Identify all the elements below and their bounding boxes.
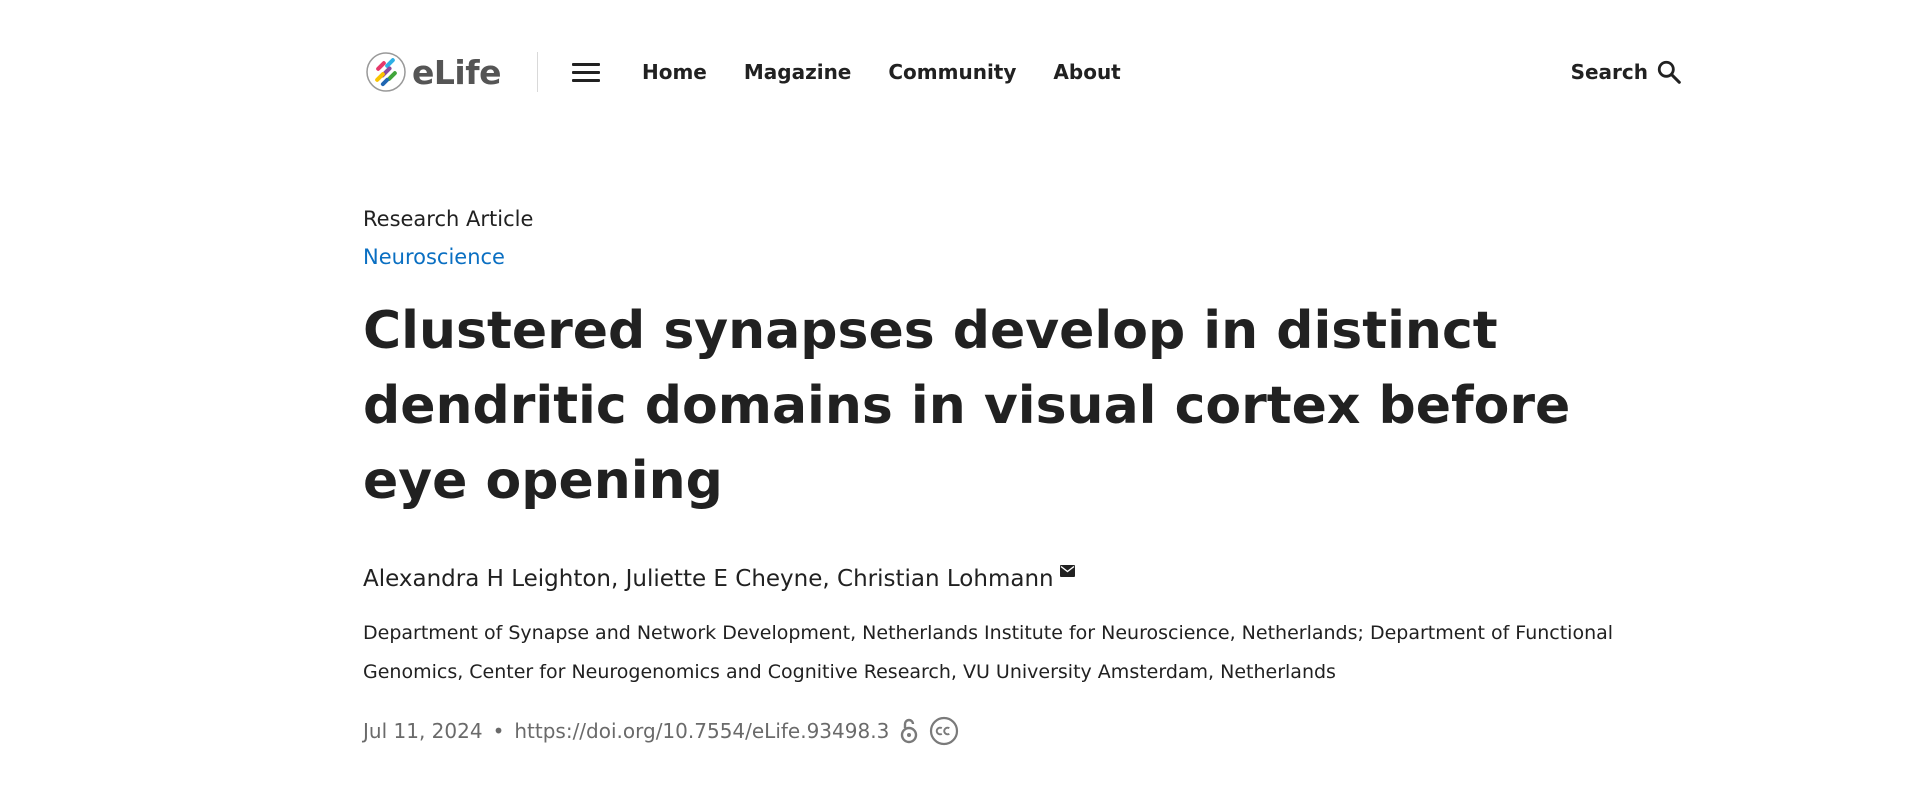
site-header: eLife Home Magazine Community About Sear…: [366, 44, 1686, 100]
nav-item-magazine[interactable]: Magazine: [744, 60, 852, 84]
article-type: Research Article: [363, 207, 534, 231]
main-nav: Home Magazine Community About: [642, 60, 1158, 84]
article-title: Clustered synapses develop in distinct d…: [363, 301, 1571, 511]
author-list: Alexandra H Leighton, Juliette E Cheyne,…: [363, 564, 1663, 594]
header-divider: [536, 52, 538, 92]
author-link[interactable]: Alexandra H Leighton: [363, 566, 611, 592]
logo-text: eLife: [412, 52, 501, 92]
elife-logo[interactable]: eLife: [366, 52, 501, 92]
nav-item-about[interactable]: About: [1053, 60, 1120, 84]
search-label: Search: [1570, 60, 1648, 84]
meta-separator: •: [492, 719, 505, 743]
mail-icon[interactable]: [1059, 565, 1075, 578]
author-link[interactable]: Juliette E Cheyne: [626, 566, 823, 592]
creative-commons-icon[interactable]: [929, 716, 959, 746]
doi-link[interactable]: https://doi.org/10.7554/eLife.93498.3: [514, 719, 889, 743]
hamburger-icon: [571, 62, 600, 66]
publication-date: Jul 11, 2024: [363, 719, 483, 743]
elife-logo-icon: [366, 52, 406, 92]
search-icon: [1657, 60, 1681, 84]
nav-item-community[interactable]: Community: [888, 60, 1016, 84]
hamburger-menu-button[interactable]: [571, 55, 606, 89]
article-meta: Jul 11, 2024 • https://doi.org/10.7554/e…: [363, 716, 1663, 746]
subject-link[interactable]: Neuroscience: [363, 238, 505, 276]
nav-item-home[interactable]: Home: [642, 60, 707, 84]
search-button[interactable]: Search: [1571, 59, 1686, 85]
affiliations: Department of Synapse and Network Develo…: [363, 622, 1614, 683]
author-link[interactable]: Christian Lohmann: [837, 566, 1054, 592]
open-access-icon[interactable]: [899, 717, 919, 745]
article-header: Research Article Neuroscience Clustered …: [363, 200, 1663, 746]
